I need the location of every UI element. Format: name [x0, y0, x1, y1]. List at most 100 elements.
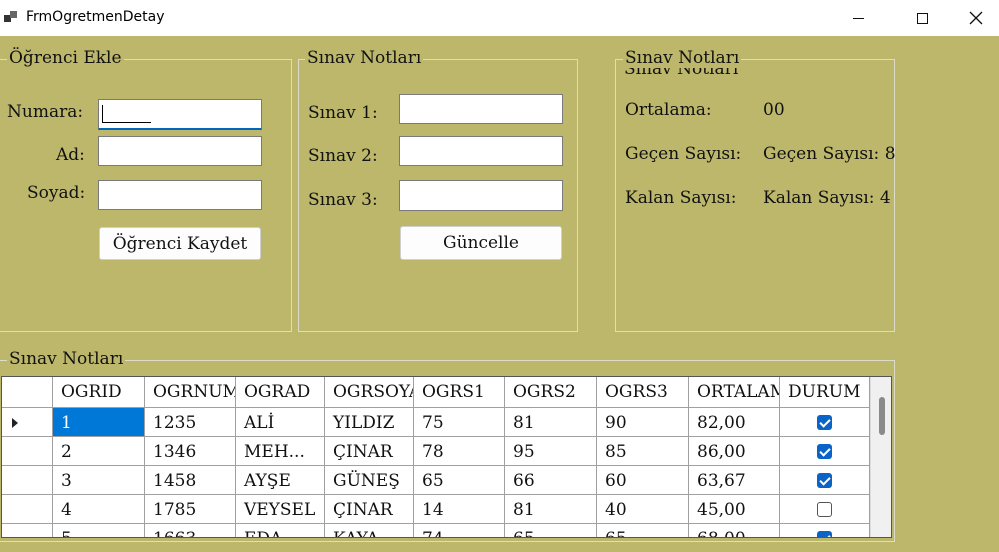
window-title: FrmOgretmenDetay — [26, 9, 165, 25]
table-cell-ogrnumara[interactable]: 1663 — [145, 524, 236, 537]
table-cell-ogrsoyad[interactable]: ÇINAR — [325, 437, 414, 466]
maximize-button[interactable] — [898, 0, 946, 36]
table-cell-durum[interactable] — [780, 466, 870, 495]
table-cell-durum[interactable] — [780, 524, 870, 537]
column-header-ogrid[interactable]: OGRID — [53, 377, 145, 408]
table-cell-ogrid[interactable]: 2 — [53, 437, 145, 466]
table-cell-ortalama[interactable]: 82,00 — [689, 408, 780, 437]
sinav1-input[interactable] — [399, 94, 563, 124]
table-cell-ogrsoyad[interactable]: ÇINAR — [325, 495, 414, 524]
column-header-ogrs2[interactable]: OGRS2 — [505, 377, 597, 408]
table-cell-ogrsoyad[interactable]: YILDIZ — [325, 408, 414, 437]
table-cell-ograd[interactable]: MEH... — [236, 437, 325, 466]
ortalama-label: Ortalama: — [625, 100, 712, 120]
column-header-durum[interactable]: DURUM — [780, 377, 870, 408]
table-cell-ogrs3[interactable]: 85 — [597, 437, 689, 466]
row-header[interactable] — [2, 524, 53, 537]
scrollbar-thumb[interactable] — [879, 397, 885, 435]
table-cell-ograd[interactable]: AYŞE — [236, 466, 325, 495]
row-header[interactable] — [2, 495, 53, 524]
table-cell-ogrsoyad[interactable]: GÜNEŞ — [325, 466, 414, 495]
table-cell-ortalama[interactable]: 86,00 — [689, 437, 780, 466]
update-button[interactable]: Güncelle — [400, 226, 562, 260]
table-cell-ograd[interactable]: VEYSEL — [236, 495, 325, 524]
column-header-ogrs1[interactable]: OGRS1 — [414, 377, 505, 408]
row-header[interactable] — [2, 408, 53, 437]
table-cell-ogrnumara[interactable]: 1785 — [145, 495, 236, 524]
checkbox-icon[interactable] — [817, 502, 832, 517]
table-row[interactable]: 2 1346 MEH... ÇINAR 78 95 85 86,00 — [2, 437, 870, 466]
table-cell-ogrnumara[interactable]: 1458 — [145, 466, 236, 495]
close-button[interactable] — [952, 0, 999, 36]
table-cell-ogrs1[interactable]: 65 — [414, 466, 505, 495]
table-cell-ogrs3[interactable]: 65 — [597, 524, 689, 537]
checkbox-icon[interactable] — [817, 444, 832, 459]
table-cell-ogrid[interactable]: 1 — [53, 408, 145, 437]
table-cell-ogrsoyad[interactable]: KAYA — [325, 524, 414, 537]
table-cell-ogrs2[interactable]: 81 — [505, 495, 597, 524]
column-header-ortalama[interactable]: ORTALAMA — [689, 377, 780, 408]
minimize-icon — [852, 17, 864, 19]
table-row[interactable]: 3 1458 AYŞE GÜNEŞ 65 66 60 63,67 — [2, 466, 870, 495]
table-cell-durum[interactable] — [780, 408, 870, 437]
table-cell-ogrnumara[interactable]: 1235 — [145, 408, 236, 437]
grades-table[interactable]: OGRIDOGRNUMARAOGRADOGRSOYADOGRS1OGRS2OGR… — [1, 376, 892, 538]
table-cell-ograd[interactable]: EDA — [236, 524, 325, 537]
app-icon — [4, 10, 18, 24]
grades-table-body: OGRIDOGRNUMARAOGRADOGRSOYADOGRS1OGRS2OGR… — [2, 377, 870, 537]
save-student-button[interactable]: Öğrenci Kaydet — [99, 227, 261, 260]
minimize-button[interactable] — [834, 0, 882, 36]
table-cell-ortalama[interactable]: 63,67 — [689, 466, 780, 495]
table-cell-ortalama[interactable]: 68,00 — [689, 524, 780, 537]
ad-label: Ad: — [56, 145, 85, 165]
sinav3-input[interactable] — [399, 180, 563, 211]
table-cell-ogrs3[interactable]: 40 — [597, 495, 689, 524]
table-row[interactable]: 51663EDAKAYA74656568,00 — [2, 524, 870, 537]
table-cell-ogrs1[interactable]: 75 — [414, 408, 505, 437]
ad-input[interactable] — [98, 136, 262, 166]
table-cell-durum[interactable] — [780, 495, 870, 524]
row-header[interactable] — [2, 466, 53, 495]
row-header[interactable] — [2, 437, 53, 466]
table-cell-ogrnumara[interactable]: 1346 — [145, 437, 236, 466]
close-icon — [969, 11, 983, 25]
checkbox-icon[interactable] — [817, 531, 832, 537]
table-cell-ogrid[interactable]: 5 — [53, 524, 145, 537]
column-header-ogrsoyad[interactable]: OGRSOYAD — [325, 377, 414, 408]
table-row[interactable]: 1 1235 ALİ YILDIZ 75 81 90 82,00 — [2, 408, 870, 437]
vertical-scrollbar[interactable] — [870, 377, 891, 537]
checkbox-icon[interactable] — [817, 473, 832, 488]
kalan-label: Kalan Sayısı: — [625, 188, 737, 208]
column-header-ogrnumara[interactable]: OGRNUMARA — [145, 377, 236, 408]
table-cell-ogrs1[interactable]: 78 — [414, 437, 505, 466]
table-cell-ogrs2[interactable]: 65 — [505, 524, 597, 537]
table-cell-ogrs2[interactable]: 66 — [505, 466, 597, 495]
sinav2-label: Sınav 2: — [308, 146, 378, 166]
table-header-row: OGRIDOGRNUMARAOGRADOGRSOYADOGRS1OGRS2OGR… — [2, 377, 870, 408]
column-header-ogrs3[interactable]: OGRS3 — [597, 377, 689, 408]
table-cell-ogrid[interactable]: 4 — [53, 495, 145, 524]
grades-grid-legend: Sınav Notları — [7, 349, 126, 369]
table-cell-ortalama[interactable]: 45,00 — [689, 495, 780, 524]
table-cell-ogrs1[interactable]: 74 — [414, 524, 505, 537]
soyad-input[interactable] — [98, 180, 262, 210]
checkbox-icon[interactable] — [817, 415, 832, 430]
column-header-ograd[interactable]: OGRAD — [236, 377, 325, 408]
ortalama-value: 00 — [763, 100, 785, 120]
table-row[interactable]: 4 1785 VEYSEL ÇINAR 14 81 40 45,00 — [2, 495, 870, 524]
text-caret — [102, 105, 103, 123]
sinav2-input[interactable] — [399, 136, 563, 166]
table-cell-ogrid[interactable]: 3 — [53, 466, 145, 495]
exam-grades-legend: Sınav Notları — [305, 48, 424, 68]
table-cell-ogrs2[interactable]: 81 — [505, 408, 597, 437]
table-cell-durum[interactable] — [780, 437, 870, 466]
table-cell-ogrs3[interactable]: 90 — [597, 408, 689, 437]
gecen-label: Geçen Sayısı: — [625, 144, 742, 164]
title-bar: FrmOgretmenDetay — [0, 0, 999, 36]
table-cell-ogrs3[interactable]: 60 — [597, 466, 689, 495]
table-cell-ogrs1[interactable]: 14 — [414, 495, 505, 524]
table-cell-ogrs2[interactable]: 95 — [505, 437, 597, 466]
kalan-value: Kalan Sayısı: 4 — [763, 188, 891, 208]
table-cell-ograd[interactable]: ALİ — [236, 408, 325, 437]
numara-input[interactable] — [98, 99, 262, 130]
